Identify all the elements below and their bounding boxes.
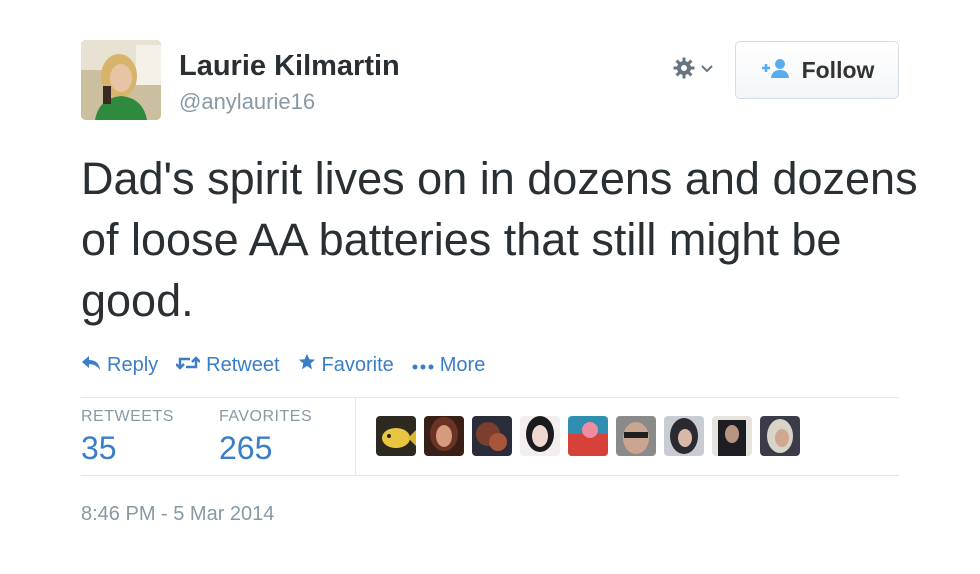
author-name[interactable]: Laurie Kilmartin bbox=[179, 50, 400, 83]
author-avatar[interactable] bbox=[81, 40, 161, 120]
more-label: More bbox=[439, 353, 486, 376]
settings-dropdown[interactable] bbox=[672, 56, 722, 84]
favoriter-avatar[interactable] bbox=[568, 416, 608, 456]
retweets-label: RETWEETS bbox=[81, 408, 174, 425]
divider-bottom bbox=[81, 475, 899, 476]
star-icon bbox=[298, 353, 316, 377]
follow-button[interactable]: Follow bbox=[735, 41, 899, 99]
favoriter-avatar[interactable] bbox=[376, 416, 416, 456]
favoriter-avatar[interactable] bbox=[472, 416, 512, 456]
tweet-timestamp[interactable]: 8:46 PM - 5 Mar 2014 bbox=[81, 503, 274, 526]
reply-label: Reply bbox=[107, 353, 159, 376]
follow-label: Follow bbox=[801, 56, 875, 83]
retweet-icon bbox=[175, 354, 202, 377]
favorites-count[interactable]: 265 bbox=[219, 430, 272, 467]
author-handle[interactable]: @anylaurie16 bbox=[179, 89, 315, 115]
favorites-label: FAVORITES bbox=[219, 408, 313, 425]
retweets-count[interactable]: 35 bbox=[81, 430, 117, 467]
divider-top bbox=[81, 397, 899, 398]
retweet-button[interactable]: Retweet bbox=[175, 353, 280, 377]
more-button[interactable]: More bbox=[412, 353, 486, 377]
favoriter-avatar[interactable] bbox=[712, 416, 752, 456]
favorite-button[interactable]: Favorite bbox=[298, 353, 394, 377]
favoriter-avatar[interactable] bbox=[520, 416, 560, 456]
tweet-text: Dad's spirit lives on in dozens and doze… bbox=[81, 153, 918, 326]
favoriter-avatar[interactable] bbox=[424, 416, 464, 456]
favoriter-avatar[interactable] bbox=[616, 416, 656, 456]
favoriter-avatar[interactable] bbox=[664, 416, 704, 456]
reply-icon bbox=[81, 354, 101, 377]
more-dots-icon bbox=[412, 354, 434, 377]
gear-icon bbox=[672, 56, 696, 85]
add-user-icon bbox=[760, 57, 792, 84]
reply-button[interactable]: Reply bbox=[81, 354, 158, 377]
chevron-down-icon bbox=[700, 61, 714, 79]
tweet-actions: Reply Retweet Favorite More bbox=[81, 351, 503, 379]
stats-divider bbox=[355, 398, 356, 475]
retweet-label: Retweet bbox=[206, 353, 280, 376]
favoriter-avatar[interactable] bbox=[760, 416, 800, 456]
favoriters-avatars bbox=[376, 416, 800, 456]
favorite-label: Favorite bbox=[321, 353, 394, 376]
